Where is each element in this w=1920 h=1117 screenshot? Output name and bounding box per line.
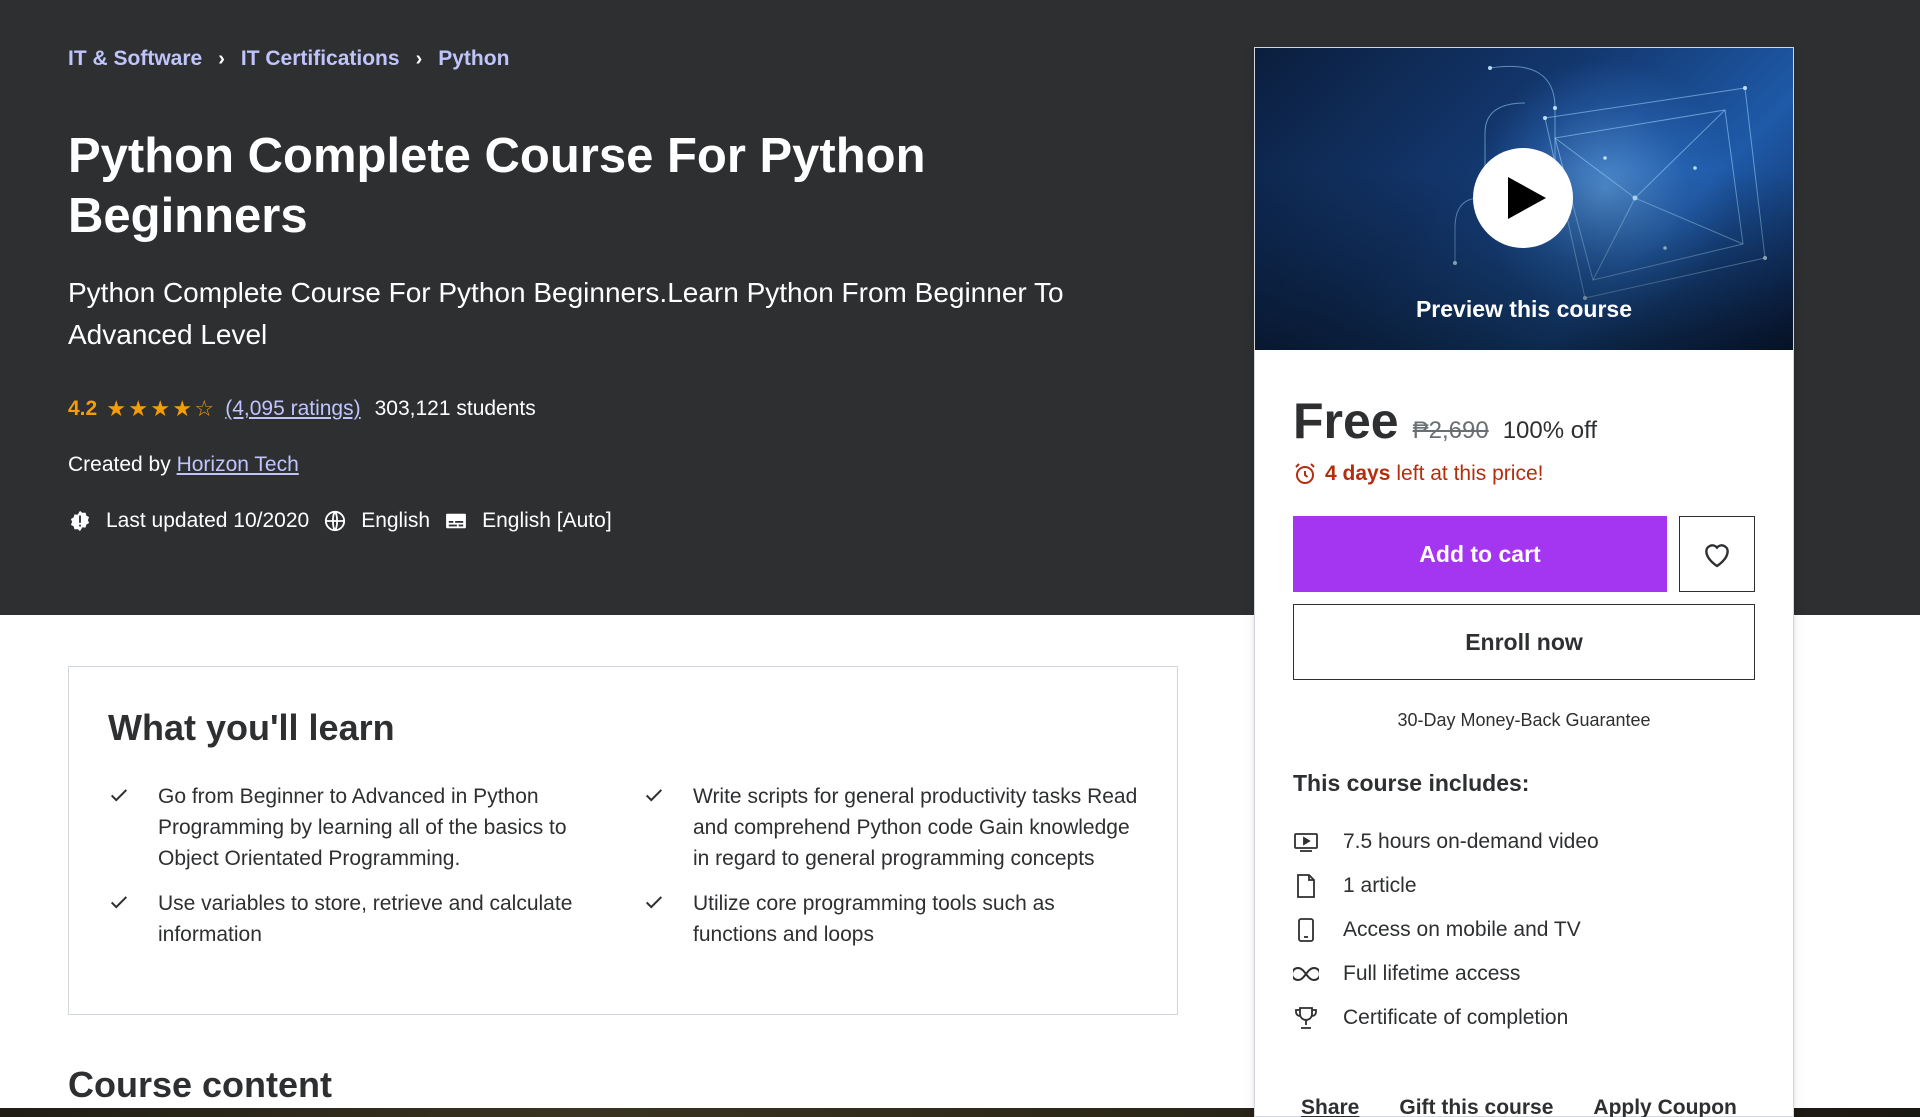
add-to-cart-button[interactable]: Add to cart — [1293, 516, 1667, 592]
globe-icon — [323, 509, 347, 533]
ratings-count-link[interactable]: (4,095 ratings) — [225, 397, 360, 421]
includes-title: This course includes: — [1293, 770, 1530, 796]
check-icon — [643, 781, 667, 806]
course-subtitle: Python Complete Course For Python Beginn… — [68, 277, 1064, 350]
money-back-guarantee: 30-Day Money-Back Guarantee — [1397, 710, 1651, 730]
includes-list: 7.5 hours on-demand video 1 article Acce… — [1293, 820, 1599, 1040]
chevron-right-icon: › — [218, 47, 225, 70]
includes-item: Access on mobile and TV — [1293, 908, 1599, 952]
includes-label: Full lifetime access — [1343, 962, 1521, 985]
what-youll-learn: What you'll learn Go from Beginner to Ad… — [68, 666, 1178, 1015]
learn-item-text: Write scripts for general productivity t… — [693, 785, 1138, 870]
course-captions: English [Auto] — [482, 509, 612, 532]
learn-item-text: Use variables to store, retrieve and cal… — [158, 892, 573, 946]
breadcrumb: IT & Software › IT Certifications › Pyth… — [68, 47, 509, 71]
check-icon — [643, 888, 667, 913]
file-icon — [1293, 874, 1319, 898]
learn-item: Write scripts for general productivity t… — [643, 781, 1148, 874]
last-updated: Last updated 10/2020 — [106, 509, 310, 532]
star-full-icon: ★ — [128, 396, 149, 421]
learn-item: Use variables to store, retrieve and cal… — [108, 888, 643, 950]
course-title: Python Complete Course For Python Beginn… — [68, 129, 926, 243]
current-price: Free — [1293, 393, 1399, 449]
includes-item: Full lifetime access — [1293, 952, 1599, 996]
apply-coupon-link[interactable]: Apply Coupon — [1593, 1096, 1736, 1117]
breadcrumb-it-software[interactable]: IT & Software — [68, 47, 202, 71]
video-icon — [1293, 832, 1319, 852]
countdown-days: 4 days — [1325, 462, 1391, 485]
enroll-now-button[interactable]: Enroll now — [1293, 604, 1755, 680]
discount-percent: 100% off — [1502, 417, 1598, 444]
learn-item: Utilize core programming tools such as f… — [643, 888, 1148, 950]
breadcrumb-it-certifications[interactable]: IT Certifications — [241, 47, 400, 71]
course-preview[interactable]: Preview this course — [1255, 48, 1793, 350]
trophy-icon — [1293, 1006, 1319, 1030]
star-full-icon: ★ — [172, 396, 193, 421]
star-full-icon: ★ — [106, 396, 127, 421]
rating-number: 4.2 — [68, 397, 98, 420]
mobile-icon — [1293, 918, 1319, 942]
course-meta: Last updated 10/2020 English English [Au… — [68, 509, 626, 533]
star-full-icon: ★ — [150, 396, 171, 421]
includes-item: 7.5 hours on-demand video — [1293, 820, 1599, 864]
star-empty-icon: ☆ — [194, 396, 215, 421]
includes-label: Certificate of completion — [1343, 1006, 1569, 1029]
captions-icon — [444, 509, 468, 533]
learn-item-text: Go from Beginner to Advanced in Python P… — [158, 785, 567, 870]
alert-badge-icon — [68, 509, 92, 533]
includes-label: Access on mobile and TV — [1343, 918, 1581, 941]
check-icon — [108, 781, 132, 806]
play-button[interactable] — [1473, 148, 1573, 248]
gift-course-link[interactable]: Gift this course — [1399, 1096, 1553, 1117]
rating-row: 4.2 ★ ★ ★ ★ ☆ (4,095 ratings) 303,121 st… — [68, 396, 536, 422]
share-link[interactable]: Share — [1301, 1096, 1359, 1117]
learn-item: Go from Beginner to Advanced in Python P… — [108, 781, 643, 874]
includes-label: 7.5 hours on-demand video — [1343, 830, 1599, 853]
purchase-card: Preview this course Free ₱2,690 100% off… — [1254, 47, 1794, 1117]
chevron-right-icon: › — [415, 47, 423, 70]
wishlist-button[interactable] — [1679, 516, 1755, 592]
created-by-label: Created by — [68, 453, 171, 476]
discount-countdown: 4 days left at this price! — [1293, 462, 1543, 486]
course-language: English — [361, 509, 431, 532]
card-actions: Share Gift this course Apply Coupon — [1301, 1096, 1777, 1117]
learn-list: Go from Beginner to Advanced in Python P… — [108, 781, 1148, 950]
breadcrumb-python[interactable]: Python — [438, 47, 509, 71]
instructor-link[interactable]: Horizon Tech — [177, 453, 299, 476]
check-icon — [108, 888, 132, 913]
course-content-heading: Course content — [68, 1064, 333, 1105]
students-count: 303,121 students — [374, 397, 536, 420]
learn-item-text: Utilize core programming tools such as f… — [693, 892, 1055, 946]
play-icon — [1508, 177, 1546, 219]
created-by: Created by Horizon Tech — [68, 453, 299, 477]
countdown-text: left at this price! — [1396, 462, 1544, 485]
includes-item: 1 article — [1293, 864, 1599, 908]
original-price: ₱2,690 — [1412, 417, 1489, 444]
learn-title: What you'll learn — [108, 707, 395, 748]
price-row: Free ₱2,690 100% off — [1293, 392, 1597, 450]
infinity-icon — [1293, 966, 1319, 982]
star-rating: ★ ★ ★ ★ ☆ — [105, 396, 215, 422]
includes-label: 1 article — [1343, 874, 1417, 897]
preview-label: Preview this course — [1415, 296, 1633, 322]
heart-icon — [1705, 544, 1729, 568]
alarm-clock-icon — [1293, 462, 1317, 486]
includes-item: Certificate of completion — [1293, 996, 1599, 1040]
